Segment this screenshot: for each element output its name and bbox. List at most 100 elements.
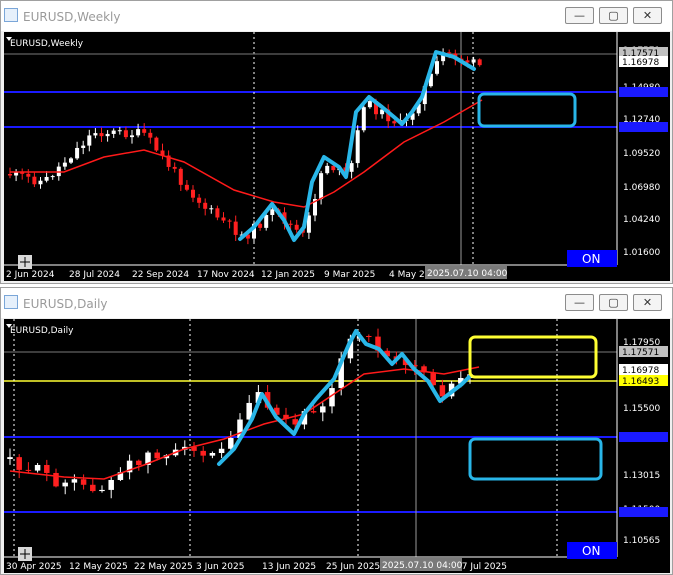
weekly-symbol-label: EURUSD,Weekly [10,39,84,49]
on-button-label[interactable]: ON [582,252,600,266]
candle-body [50,176,55,178]
level-price-tag [619,122,668,132]
time-axis-label: 28 Jul 2024 [69,270,120,280]
candle-body [361,107,366,131]
weekly-chart-canvas[interactable]: EURUSD,Weekly 1.175711.169781.149801.127… [4,32,670,281]
level-price-tag [619,507,668,517]
candle-body [16,457,22,470]
daily-window-title: EURUSD,Daily [23,297,108,311]
daily-titlebar[interactable]: EURUSD,Daily — ▢ ✕ [1,288,672,318]
candle-body [62,162,67,167]
time-axis-label: 25 Jun 2025 [326,562,380,572]
candle-body [184,184,189,190]
candle-body [7,457,13,459]
maximize-icon[interactable]: ▢ [599,294,628,311]
crosshair-time-label: 2025.07.10 04:00 [427,269,508,279]
candle-body [117,130,122,132]
candle-body [154,452,160,459]
candle-body [439,385,446,397]
candle-body [69,158,73,163]
on-button-label[interactable]: ON [582,544,600,558]
close-icon[interactable]: ✕ [633,7,662,24]
chart-window-icon [4,8,18,22]
candle-body [228,438,234,449]
candle-body [218,448,225,454]
candle-body [258,223,263,228]
candle-body [288,223,293,225]
candle-body [215,208,220,218]
candle-body [26,173,31,177]
candle-body [227,220,232,222]
candle-body [99,489,105,492]
candle-body [471,59,476,63]
candle-body [71,479,78,483]
candle-body [319,173,324,200]
weekly-window-title: EURUSD,Weekly [23,10,121,24]
crosshair-time-label: 2025.07.10 04:00 [382,561,463,571]
candle-body [148,132,153,138]
candle-body [392,121,397,124]
close-icon[interactable]: ✕ [633,294,662,311]
candle-body [44,464,50,473]
weekly-titlebar[interactable]: EURUSD,Weekly — ▢ ✕ [1,1,672,31]
chart-window-icon [4,295,18,309]
candle-body [477,59,482,66]
candle-body [209,453,216,456]
candle-body [38,180,43,185]
candle-body [197,197,202,203]
weekly-chart-window: EURUSD,Weekly — ▢ ✕ EURUSD,Weekly 1.1757… [0,0,673,284]
price-scale-label: 1.01600 [623,248,660,258]
level-price-tag [619,432,668,442]
candle-body [209,208,214,210]
candle-body [349,163,354,172]
time-axis-label: 12 Jan 2025 [261,270,315,280]
candle-body [320,406,326,413]
candle-body [93,133,98,136]
price-scale-label: 1.15500 [623,404,660,414]
candle-body [8,174,12,176]
candle-body [310,411,317,413]
candle-body [172,166,177,169]
time-axis-label: 22 Sep 2024 [132,270,189,280]
price-tag-label: 1.16978 [622,58,659,68]
candle-body [435,61,439,74]
daily-chart-area[interactable]: EURUSD,Daily 1.179501.169781.155001.1400… [4,319,670,573]
candle-body [154,137,159,151]
minimize-icon[interactable]: — [565,294,594,311]
time-axis-label: 17 Jul 2025 [456,562,507,572]
minimize-icon[interactable]: — [565,7,594,24]
time-axis-label: 17 Nov 2024 [197,270,255,280]
candle-body [270,209,275,215]
maximize-icon[interactable]: ▢ [599,7,628,24]
candle-body [191,189,195,198]
time-axis-label: 9 Mar 2025 [324,270,375,280]
daily-chart-canvas[interactable]: EURUSD,Daily 1.179501.169781.155001.1400… [4,319,670,573]
time-axis-label: 4 May 2 [389,270,425,280]
candle-body [221,217,226,221]
candle-body [34,464,41,471]
candle-body [203,202,208,209]
zone-rectangle [468,335,598,379]
price-scale-label: 1.04240 [623,215,660,225]
weekly-chart-area[interactable]: EURUSD,Weekly 1.175711.169781.149801.127… [4,32,670,281]
candle-body [294,224,299,230]
price-tag-label: 1.16978 [622,366,659,376]
candle-body [136,129,141,136]
candle-body [99,133,104,137]
candle-body [366,336,372,338]
candle-body [325,165,330,174]
candle-body [105,133,110,137]
time-axis-label: 13 Jun 2025 [262,562,316,572]
candle-body [81,145,86,148]
candle-body [130,135,134,138]
candle-body [44,176,49,181]
candle-body [80,479,87,485]
time-axis-label: 30 Apr 2025 [6,562,62,572]
candle-body [178,168,183,185]
price-scale-label: 1.06980 [623,183,660,193]
time-axis-label: 2 Jun 2024 [6,270,55,280]
candle-body [355,130,360,164]
candle-body [108,479,114,490]
time-axis-label: 3 Jun 2025 [196,562,244,572]
moving-average-line [9,366,480,480]
